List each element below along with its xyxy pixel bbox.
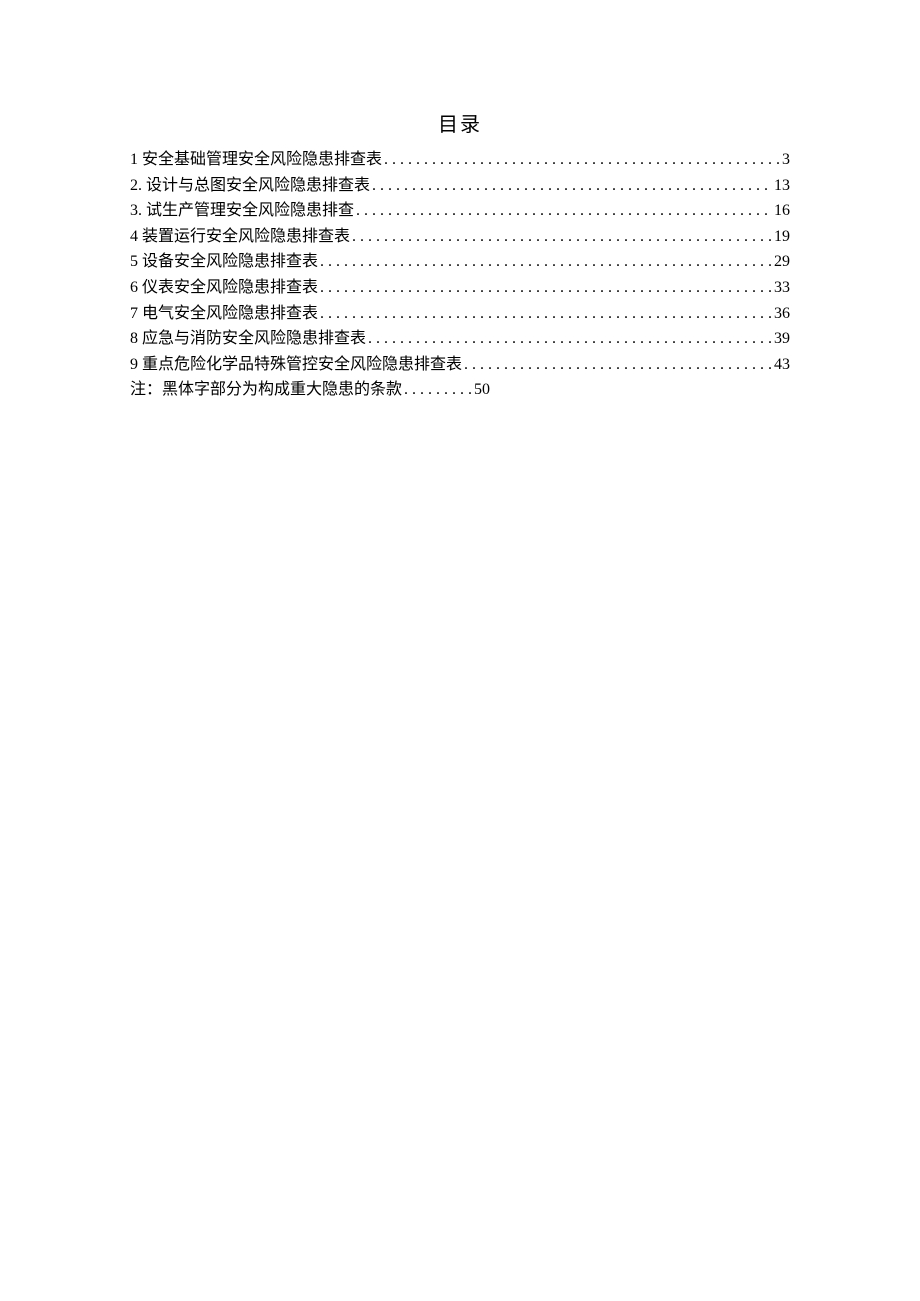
toc-entry-label: 6 仪表安全风险隐患排查表: [130, 275, 318, 301]
table-of-contents: 1 安全基础管理安全风险隐患排查表 3 2. 设计与总图安全风险隐患排查表 13…: [130, 147, 790, 403]
toc-dots: [356, 198, 772, 224]
toc-entry-label: 5 设备安全风险隐患排查表: [130, 249, 318, 275]
toc-entry-page: 13: [774, 173, 790, 199]
toc-entry: 8 应急与消防安全风险隐患排查表 39: [130, 326, 790, 352]
toc-entry-label: 3. 试生产管理安全风险隐患排查: [130, 198, 354, 224]
toc-note: 注：黑体字部分为构成重大隐患的条款 . . . . . . . . . 50: [130, 377, 790, 403]
toc-dots: [464, 352, 772, 378]
toc-title: 目录: [130, 108, 790, 137]
toc-entry: 3. 试生产管理安全风险隐患排查 16: [130, 198, 790, 224]
toc-entry: 9 重点危险化学品特殊管控安全风险隐患排查表 43: [130, 352, 790, 378]
toc-entry-label: 4 装置运行安全风险隐患排查表: [130, 224, 350, 250]
toc-entry: 1 安全基础管理安全风险隐患排查表 3: [130, 147, 790, 173]
toc-note-page: 50: [474, 377, 490, 403]
toc-dots: [320, 301, 772, 327]
toc-entry-label: 1 安全基础管理安全风险隐患排查表: [130, 147, 382, 173]
toc-entry-label: 2. 设计与总图安全风险隐患排查表: [130, 173, 370, 199]
toc-dots: [372, 173, 772, 199]
toc-entry-page: 39: [774, 326, 790, 352]
toc-entry: 7 电气安全风险隐患排查表 36: [130, 301, 790, 327]
toc-entry-page: 43: [774, 352, 790, 378]
toc-dots: [320, 249, 772, 275]
toc-note-dots: . . . . . . . . .: [404, 377, 472, 403]
document-page: 目录 1 安全基础管理安全风险隐患排查表 3 2. 设计与总图安全风险隐患排查表…: [0, 0, 920, 403]
toc-entry: 6 仪表安全风险隐患排查表 33: [130, 275, 790, 301]
toc-entry-label: 8 应急与消防安全风险隐患排查表: [130, 326, 366, 352]
toc-entry-page: 33: [774, 275, 790, 301]
toc-entry-page: 19: [774, 224, 790, 250]
toc-dots: [352, 224, 772, 250]
toc-dots: [368, 326, 772, 352]
toc-entry-page: 36: [774, 301, 790, 327]
toc-entry: 2. 设计与总图安全风险隐患排查表 13: [130, 173, 790, 199]
toc-entry-label: 7 电气安全风险隐患排查表: [130, 301, 318, 327]
toc-dots: [384, 147, 780, 173]
toc-entry-label: 9 重点危险化学品特殊管控安全风险隐患排查表: [130, 352, 462, 378]
toc-dots: [320, 275, 772, 301]
toc-note-label: 注：黑体字部分为构成重大隐患的条款: [130, 377, 402, 403]
toc-entry-page: 29: [774, 249, 790, 275]
toc-entry: 4 装置运行安全风险隐患排查表 19: [130, 224, 790, 250]
toc-entry-page: 3: [782, 147, 790, 173]
toc-entry: 5 设备安全风险隐患排查表 29: [130, 249, 790, 275]
toc-entry-page: 16: [774, 198, 790, 224]
